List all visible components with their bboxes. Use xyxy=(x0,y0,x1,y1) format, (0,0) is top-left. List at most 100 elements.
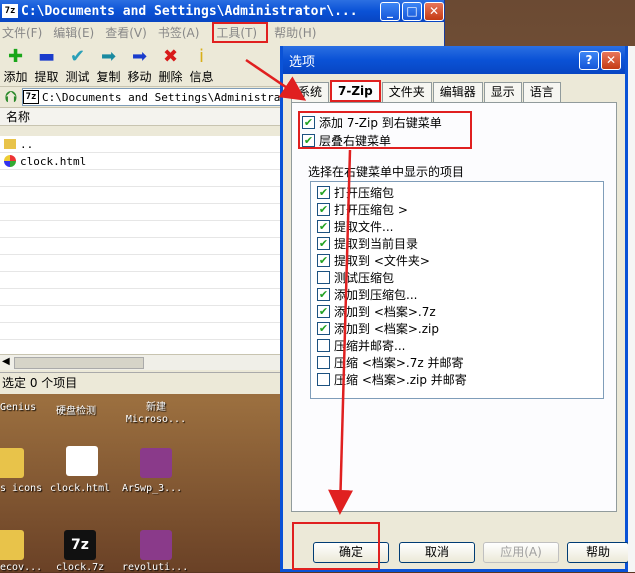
list-item[interactable]: ✔ 添加到压缩包... xyxy=(317,286,603,303)
menu-file[interactable]: 文件(F) xyxy=(0,24,51,41)
checkbox-icon[interactable] xyxy=(317,373,330,386)
help-button[interactable]: ? xyxy=(579,50,599,70)
list-item[interactable]: ✔ 提取到 <文件夹> xyxy=(317,252,603,269)
menu-edit[interactable]: 编辑(E) xyxy=(51,24,103,41)
list-item[interactable]: ✔ 提取到当前目录 xyxy=(317,235,603,252)
checkbox-icon[interactable] xyxy=(317,339,330,352)
checkbox-icon[interactable]: ✔ xyxy=(317,288,330,301)
rar-archive-icon[interactable] xyxy=(140,530,172,560)
checkbox-icon[interactable]: ✔ xyxy=(317,203,330,216)
option-add-context-menu[interactable]: ✔ 添加 7-Zip 到右键菜单 xyxy=(302,113,442,131)
horizontal-scrollbar[interactable]: ◀ xyxy=(0,354,280,370)
checkbox-icon[interactable]: ✔ xyxy=(317,220,330,233)
html-file-icon xyxy=(4,155,16,167)
checkbox-icon[interactable]: ✔ xyxy=(302,115,315,129)
folder-icon[interactable] xyxy=(0,448,24,478)
toolbar-label: 删除 xyxy=(158,70,183,84)
dialog-close-button[interactable]: ✕ xyxy=(601,50,621,70)
desktop-label[interactable]: s icons xyxy=(0,483,42,494)
option-label: 层叠右键菜单 xyxy=(319,133,392,148)
desktop-label[interactable]: ArSwp_3... xyxy=(122,483,182,494)
copy-icon: ➡ xyxy=(100,46,117,67)
title-bar[interactable]: 7z C:\Documents and Settings\Administrat… xyxy=(0,0,444,22)
tab-4[interactable]: 显示 xyxy=(483,82,522,102)
menu-tools[interactable]: 工具(T) xyxy=(212,21,269,43)
file-name: clock.html xyxy=(20,154,87,168)
desktop-label[interactable]: clock.html xyxy=(50,483,110,494)
checkbox-icon[interactable]: ✔ xyxy=(302,133,315,147)
list-item[interactable]: ✔ 添加到 <档案>.zip xyxy=(317,320,603,337)
7zip-address-icon: 7z xyxy=(23,90,39,104)
toolbar-button-4[interactable]: ➡ 移动 xyxy=(124,46,155,85)
checkbox-icon[interactable]: ✔ xyxy=(317,254,330,267)
desktop-label[interactable]: ecov... xyxy=(0,562,42,573)
cancel-button[interactable]: 取消 xyxy=(399,542,475,563)
checkbox-icon[interactable]: ✔ xyxy=(317,237,330,250)
list-item[interactable]: 压缩并邮寄... xyxy=(317,337,603,354)
toolbar-button-3[interactable]: ➡ 复制 xyxy=(93,46,124,85)
html-file-icon[interactable] xyxy=(66,446,98,476)
window-title: C:\Documents and Settings\Administrator\… xyxy=(21,3,358,19)
item-label: 添加到 <档案>.zip xyxy=(334,322,439,336)
option-cascade-menu[interactable]: ✔ 层叠右键菜单 xyxy=(302,131,442,149)
list-item[interactable]: clock.html xyxy=(0,153,280,170)
desktop-label[interactable]: Genius xyxy=(0,402,36,413)
empty-row xyxy=(0,289,280,306)
menu-bookmarks[interactable]: 书签(A) xyxy=(156,24,209,41)
dialog-title-bar[interactable]: 选项 ? ✕ xyxy=(283,46,625,74)
checkbox-icon[interactable]: ✔ xyxy=(317,305,330,318)
list-item[interactable]: 压缩 <档案>.7z 并邮寄 xyxy=(317,354,603,371)
item-label: 压缩 <档案>.zip 并邮寄 xyxy=(334,373,467,387)
list-item[interactable]: ✔ 打开压缩包 xyxy=(317,184,603,201)
maximize-button[interactable]: □ xyxy=(402,1,422,21)
list-item[interactable]: ✔ 添加到 <档案>.7z xyxy=(317,303,603,320)
file-list: .. clock.html xyxy=(0,136,280,354)
up-folder-icon[interactable]: ⮉ xyxy=(0,87,22,107)
minimize-button[interactable]: _ xyxy=(380,1,400,21)
tab-0[interactable]: 系统 xyxy=(291,82,330,102)
list-item[interactable]: ✔ 打开压缩包 > xyxy=(317,201,603,218)
empty-row xyxy=(0,238,280,255)
folder-up-icon xyxy=(4,139,16,149)
checkbox-icon[interactable]: ✔ xyxy=(317,186,330,199)
scroll-thumb[interactable] xyxy=(14,357,144,369)
7z-archive-icon[interactable]: 7z xyxy=(64,530,96,560)
toolbar-label: 测试 xyxy=(65,70,90,84)
tab-1[interactable]: 7-Zip xyxy=(330,80,381,102)
desktop-label[interactable]: 硬盘检测 xyxy=(56,402,96,417)
list-item[interactable]: ✔ 提取文件... xyxy=(317,218,603,235)
option-group: ✔ 添加 7-Zip 到右键菜单 ✔ 层叠右键菜单 xyxy=(302,113,442,149)
7zip-app-icon: 7z xyxy=(2,4,18,18)
tab-3[interactable]: 编辑器 xyxy=(432,82,483,102)
item-label: 打开压缩包 xyxy=(334,186,395,200)
desktop-label[interactable]: revoluti... xyxy=(122,562,188,573)
checkbox-icon[interactable] xyxy=(317,356,330,369)
toolbar-button-0[interactable]: ✚ 添加 xyxy=(0,46,31,85)
tab-5[interactable]: 语言 xyxy=(522,82,561,102)
menu-view[interactable]: 查看(V) xyxy=(103,24,156,41)
checkbox-icon[interactable] xyxy=(317,271,330,284)
list-item[interactable]: 测试压缩包 xyxy=(317,269,603,286)
info-icon: i xyxy=(198,46,204,67)
tab-2[interactable]: 文件夹 xyxy=(381,82,432,102)
toolbar-button-1[interactable]: ▬ 提取 xyxy=(31,46,62,85)
dialog-help-button[interactable]: 帮助 xyxy=(567,542,629,563)
rar-archive-icon[interactable] xyxy=(140,448,172,478)
menu-help[interactable]: 帮助(H) xyxy=(272,24,325,41)
toolbar-button-2[interactable]: ✔ 测试 xyxy=(62,46,93,85)
empty-row xyxy=(0,306,280,323)
item-label: 提取文件... xyxy=(334,220,394,234)
item-label: 压缩并邮寄... xyxy=(334,339,406,353)
scroll-left-icon[interactable]: ◀ xyxy=(2,356,10,367)
list-item[interactable]: 压缩 <档案>.zip 并邮寄 xyxy=(317,371,603,388)
folder-icon[interactable] xyxy=(0,530,24,560)
item-label: 添加到 <档案>.7z xyxy=(334,305,436,319)
desktop-label[interactable]: clock.7z xyxy=(56,562,104,573)
checkbox-icon[interactable]: ✔ xyxy=(317,322,330,335)
toolbar-button-5[interactable]: ✖ 删除 xyxy=(155,46,186,85)
toolbar-button-6[interactable]: i 信息 xyxy=(186,46,217,85)
close-button[interactable]: ✕ xyxy=(424,1,444,21)
desktop-label[interactable]: 新建 Microso... xyxy=(124,402,188,426)
empty-row xyxy=(0,221,280,238)
list-item[interactable]: .. xyxy=(0,136,280,153)
